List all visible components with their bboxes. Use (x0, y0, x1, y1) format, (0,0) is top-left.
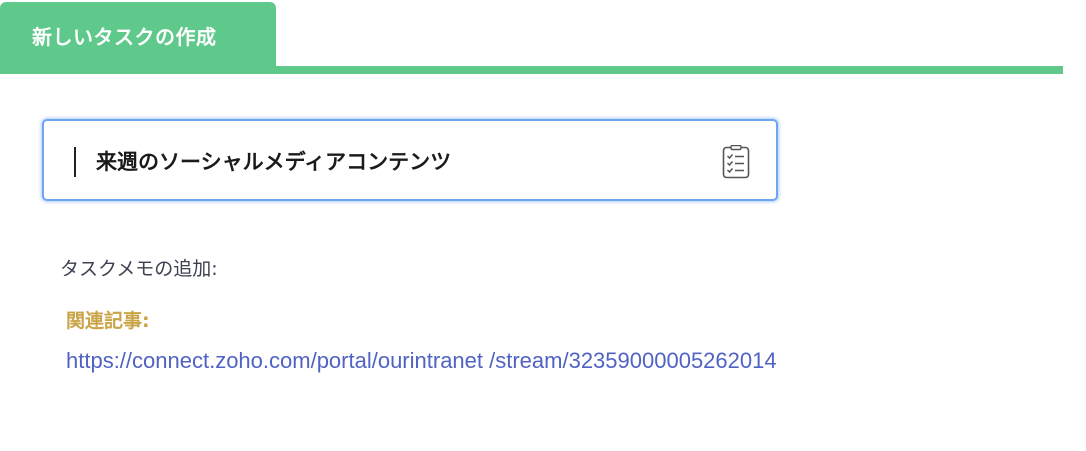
task-title-input[interactable]: 来週のソーシャルメディアコンテンツ (42, 119, 778, 201)
tab-label: 新しいタスクの作成 (32, 24, 217, 49)
checklist-icon[interactable] (722, 145, 750, 179)
tab-underline (0, 66, 1063, 74)
task-title-value: 来週のソーシャルメディアコンテンツ (96, 150, 452, 174)
tab-create-task[interactable]: 新しいタスクの作成 (0, 2, 276, 68)
related-article-link[interactable]: https://connect.zoho.com/portal/ourintra… (66, 348, 777, 374)
related-articles-label: 関連記事: (66, 310, 150, 332)
memo-label: タスクメモの追加: (60, 258, 218, 280)
text-cursor (74, 147, 76, 177)
